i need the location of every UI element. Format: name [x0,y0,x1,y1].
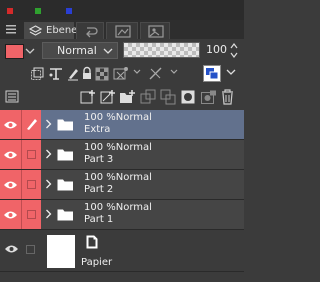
checkbox-icon [27,150,36,159]
apply-mask-icon[interactable] [201,90,217,104]
blend-mode-select[interactable]: Normal [42,42,118,59]
eye-icon [3,210,18,220]
layer-body[interactable]: 100 %Normal Part 2 [41,170,244,199]
layer-body[interactable]: 100 %Normal Part 3 [41,140,244,169]
chevron-down-icon[interactable] [226,69,236,76]
folder-icon [57,178,74,191]
layers-icon [29,25,42,38]
chevron-right-icon[interactable] [45,119,52,129]
new-raster-layer-icon[interactable] [80,89,96,105]
eye-icon [3,180,18,190]
layer-tools-row [0,63,244,87]
palette-menu-icon[interactable] [5,90,19,103]
opacity-slider[interactable] [123,42,200,58]
layer-body[interactable]: 100 %Normal Part 1 [41,200,244,229]
history-icon [84,25,98,38]
transfer-to-layer-below-icon[interactable] [140,89,156,105]
new-vector-layer-icon[interactable] [100,89,116,105]
folder-icon [57,118,74,131]
draft-layer-icon[interactable] [66,66,80,81]
layer-opacity-mode: 100 %Normal [84,202,152,213]
layer-color-toggle[interactable] [203,65,221,82]
subview-icon [148,25,164,38]
paper-layer-icon [86,235,98,249]
layer-name: Part 1 [84,214,114,225]
blend-mode-value: Normal [57,44,97,57]
chevron-down-icon[interactable] [25,47,35,55]
layer-actions-row [0,87,244,108]
navigator-icon [115,25,131,38]
color-history-strip [0,0,244,20]
edit-target-toggle[interactable] [21,200,41,229]
eye-icon [3,150,18,160]
layer-name: Part 2 [84,184,114,195]
chevron-down-icon [103,48,113,55]
visibility-toggle[interactable] [0,110,21,139]
layer-row[interactable]: 100 %Normal Part 1 [0,200,244,230]
layer-body[interactable]: 100 %Normal Extra [41,110,244,139]
folder-icon [57,208,74,221]
palette-tab-bar: Ebene [0,20,244,39]
opacity-spinner[interactable] [228,42,240,59]
opacity-value[interactable]: 100 [206,43,227,56]
chevron-right-icon[interactable] [45,209,52,219]
new-folder-icon[interactable] [119,89,136,105]
folder-icon [57,148,74,161]
layer-name: Papier [81,257,113,268]
reference-layer-icon[interactable] [48,67,64,81]
layer-opacity-mode: 100 %Normal [84,172,152,183]
merge-with-layer-below-icon[interactable] [160,89,176,105]
edit-target-toggle[interactable] [21,140,41,169]
visibility-toggle[interactable] [0,200,21,229]
checkbox-icon[interactable] [26,245,35,254]
chevron-right-icon[interactable] [45,149,52,159]
visibility-toggle[interactable] [0,140,21,169]
eye-icon[interactable] [4,244,19,254]
layer-row[interactable]: 100 %Normal Part 3 [0,140,244,170]
tab-layers[interactable]: Ebene [24,22,78,39]
chevron-down-icon[interactable] [170,69,178,75]
tab-subview[interactable] [140,22,170,39]
edit-target-toggle[interactable] [21,110,41,139]
checkbox-icon [27,210,36,219]
chevron-down-icon[interactable] [133,69,141,75]
pencil-icon [25,117,39,131]
layer-row[interactable]: 100 %Normal Extra [0,110,244,140]
enable-mask-icon[interactable] [113,66,129,81]
layer-row[interactable]: 100 %Normal Part 2 [0,170,244,200]
tab-layers-label: Ebene [46,25,78,36]
tab-navigator[interactable] [106,22,138,39]
visibility-toggle[interactable] [0,170,21,199]
trash-icon[interactable] [221,89,234,105]
red-color-dot[interactable] [7,8,13,14]
chevron-right-icon[interactable] [45,179,52,189]
layer-opacity-mode: 100 %Normal [84,112,152,123]
layer-opacity-mode: 100 %Normal [84,142,152,153]
layer-list: 100 %Normal Extra 100 %Normal Part 3 100… [0,110,244,282]
create-layer-mask-icon[interactable] [181,90,195,104]
layer-name: Part 3 [84,154,114,165]
clip-to-layer-below-icon[interactable] [30,67,44,81]
eye-icon [3,120,18,130]
edit-target-toggle[interactable] [21,170,41,199]
checkbox-icon [27,180,36,189]
paper-thumbnail [47,235,75,268]
list-menu-icon[interactable] [5,23,17,35]
tab-history[interactable] [76,22,104,39]
layer-color-swatch[interactable] [5,44,24,59]
ruler-range-icon[interactable] [148,66,164,81]
lock-icon[interactable] [81,66,93,81]
green-color-dot[interactable] [35,8,41,14]
paper-layer-row[interactable]: Papier [0,230,244,272]
blue-color-dot[interactable] [66,8,72,14]
lock-transparent-pixels-icon[interactable] [95,67,109,81]
layer-name: Extra [84,124,111,135]
